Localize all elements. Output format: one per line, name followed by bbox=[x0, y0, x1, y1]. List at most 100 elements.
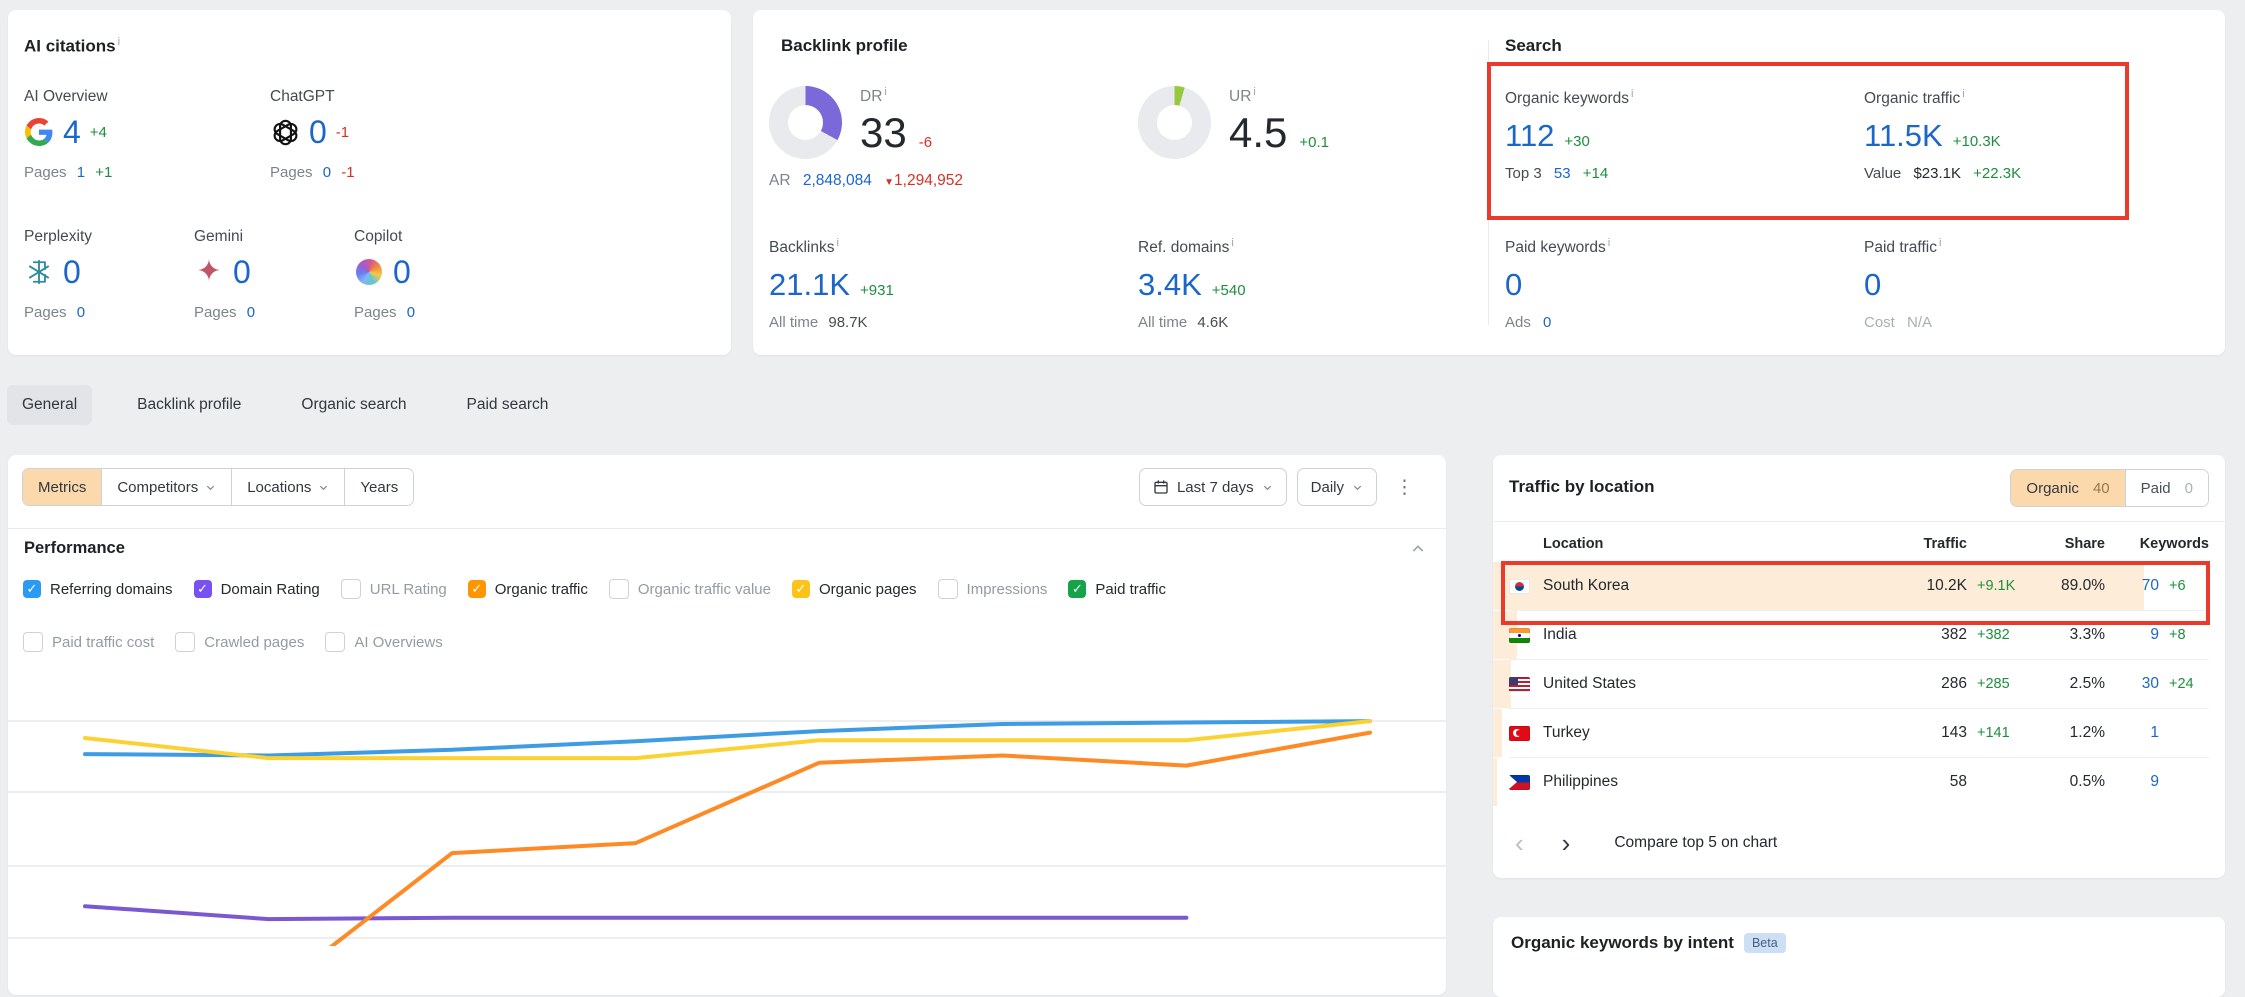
location-row-united-states[interactable]: United States 286 +285 2.5% 30 +24 bbox=[1509, 660, 2209, 709]
chart-line-organic-pages bbox=[85, 721, 1370, 758]
chevron-down-icon bbox=[318, 482, 329, 493]
col-location: Location bbox=[1543, 536, 1879, 552]
flag-icon-kr bbox=[1509, 579, 1530, 594]
info-icon[interactable]: i bbox=[1231, 237, 1233, 249]
location-row-philippines[interactable]: Philippines 58 0.5% 9 bbox=[1509, 758, 2209, 806]
metric-checkbox-organic-traffic[interactable]: Organic traffic bbox=[468, 580, 588, 598]
tab-paid-search[interactable]: Paid search bbox=[452, 385, 564, 425]
tab-organic-search[interactable]: Organic search bbox=[286, 385, 421, 425]
ai-pages-value[interactable]: 0 bbox=[407, 304, 415, 321]
location-pager: ‹ › Compare top 5 on chart bbox=[1509, 823, 1777, 863]
ai-citations-title: AI citationsi bbox=[24, 36, 120, 57]
ai-pages-value[interactable]: 0 bbox=[77, 304, 85, 321]
ai-citations-value[interactable]: 0 bbox=[309, 116, 327, 148]
info-icon[interactable]: i bbox=[1962, 88, 1964, 100]
granularity-button[interactable]: Daily bbox=[1297, 468, 1377, 506]
cost-row: Cost N/A bbox=[1864, 314, 1941, 331]
paid-traffic-value[interactable]: 0 bbox=[1864, 267, 1881, 302]
collapse-chevron-up-icon[interactable] bbox=[1410, 541, 1426, 557]
divider bbox=[1493, 521, 2225, 522]
info-icon[interactable]: i bbox=[1608, 237, 1610, 249]
backlink-search-card: Backlink profile DRi 33 -6 AR 2,848,084 … bbox=[753, 10, 2225, 355]
paid-keywords-value[interactable]: 0 bbox=[1505, 267, 1522, 302]
more-options-kebab-icon[interactable]: ⋮ bbox=[1387, 476, 1422, 499]
backlinks-label: Backlinksi bbox=[769, 237, 894, 257]
metric-checkbox-organic-traffic-value[interactable]: Organic traffic value bbox=[609, 579, 771, 599]
ai-pages-row: Pages 0 bbox=[354, 304, 415, 321]
ai-citations-value[interactable]: 4 bbox=[63, 116, 81, 148]
ai-pages-value[interactable]: 1 bbox=[77, 164, 85, 181]
chevron-down-icon bbox=[1352, 482, 1363, 493]
organic-toggle-button[interactable]: Organic40 bbox=[2011, 470, 2125, 506]
ai-pages-row: Pages 0 bbox=[24, 304, 92, 321]
keywords-value[interactable]: 9 bbox=[2105, 626, 2159, 644]
ai-pages-value[interactable]: 0 bbox=[323, 164, 331, 181]
location-row-south-korea[interactable]: South Korea 10.2K +9.1K 89.0% 70 +6 bbox=[1509, 562, 2209, 611]
pager-prev-icon[interactable]: ‹ bbox=[1509, 830, 1530, 856]
col-keywords: Keywords bbox=[2105, 536, 2209, 552]
flag-icon-tr bbox=[1509, 726, 1530, 741]
backlinks-value[interactable]: 21.1K bbox=[769, 269, 850, 300]
organic-traffic-value[interactable]: 11.5K bbox=[1864, 120, 1943, 151]
dr-label: DRi bbox=[860, 86, 932, 106]
organic-keywords-value[interactable]: 112 bbox=[1505, 120, 1554, 151]
metric-checkbox-referring-domains[interactable]: Referring domains bbox=[23, 580, 173, 598]
ai-citations-value[interactable]: 0 bbox=[393, 256, 411, 288]
top3-value[interactable]: 53 bbox=[1554, 165, 1571, 182]
paid-traffic-label: Paid traffici bbox=[1864, 237, 1941, 257]
paid-keywords-block: Paid keywordsi 0 Ads 0 bbox=[1505, 237, 1610, 331]
location-row-turkey[interactable]: Turkey 143 +141 1.2% 1 bbox=[1509, 709, 2209, 758]
ai-citations-value[interactable]: 0 bbox=[63, 256, 81, 288]
metric-checkbox-crawled-pages[interactable]: Crawled pages bbox=[175, 632, 304, 652]
info-icon[interactable]: i bbox=[1939, 237, 1941, 249]
organic-paid-toggle: Organic40 Paid0 bbox=[2010, 469, 2209, 507]
ahrefs-rank-row: AR 2,848,084 ▼1,294,952 bbox=[769, 172, 963, 190]
keywords-value[interactable]: 9 bbox=[2105, 773, 2159, 791]
keywords-delta: +24 bbox=[2159, 676, 2209, 692]
keywords-value[interactable]: 30 bbox=[2105, 675, 2159, 693]
location-name: Turkey bbox=[1543, 724, 1879, 742]
flag-icon-in bbox=[1509, 628, 1530, 643]
info-icon[interactable]: i bbox=[1253, 86, 1255, 98]
keywords-by-intent-title: Organic keywords by intent Beta bbox=[1511, 933, 1786, 953]
paid-toggle-button[interactable]: Paid0 bbox=[2126, 470, 2208, 506]
chevron-down-icon bbox=[1262, 482, 1273, 493]
metric-checkbox-ai-overviews[interactable]: AI Overviews bbox=[325, 632, 442, 652]
metric-checkbox-impressions[interactable]: Impressions bbox=[938, 579, 1048, 599]
info-icon[interactable]: i bbox=[1631, 88, 1633, 100]
ads-value[interactable]: 0 bbox=[1543, 314, 1551, 331]
ar-value[interactable]: 2,848,084 bbox=[803, 172, 872, 189]
ref-domains-value[interactable]: 3.4K bbox=[1138, 269, 1202, 300]
locations-filter-button[interactable]: Locations bbox=[232, 469, 345, 505]
info-icon[interactable]: i bbox=[884, 86, 886, 98]
ai-block-copilot: Copilot 0 Pages 0 bbox=[354, 228, 415, 321]
metric-checkbox-domain-rating[interactable]: Domain Rating bbox=[194, 580, 320, 598]
traffic-by-location-card: Traffic by location Organic40 Paid0 Loca… bbox=[1493, 455, 2225, 878]
checkbox-icon bbox=[23, 580, 41, 598]
keywords-value[interactable]: 70 bbox=[2105, 577, 2159, 595]
info-icon[interactable]: i bbox=[836, 237, 838, 249]
metric-checkbox-paid-traffic[interactable]: Paid traffic bbox=[1068, 580, 1166, 598]
metric-checkbox-organic-pages[interactable]: Organic pages bbox=[792, 580, 917, 598]
ai-platform-label: ChatGPT bbox=[270, 88, 355, 106]
search-title: Search bbox=[1505, 36, 1562, 56]
ai-pages-value[interactable]: 0 bbox=[247, 304, 255, 321]
metric-checkbox-label: Domain Rating bbox=[221, 581, 320, 598]
section-divider bbox=[1488, 40, 1489, 325]
info-icon[interactable]: i bbox=[118, 36, 120, 48]
traffic-delta: +9.1K bbox=[1967, 578, 2031, 594]
metrics-filter-button[interactable]: Metrics bbox=[23, 469, 102, 505]
traffic-value-row: Value $23.1K +22.3K bbox=[1864, 165, 2021, 182]
compare-top5-button[interactable]: Compare top 5 on chart bbox=[1614, 834, 1777, 852]
location-row-india[interactable]: India 382 +382 3.3% 9 +8 bbox=[1509, 611, 2209, 660]
tab-backlink-profile[interactable]: Backlink profile bbox=[122, 385, 256, 425]
ai-citations-value[interactable]: 0 bbox=[233, 256, 251, 288]
keywords-value[interactable]: 1 bbox=[2105, 724, 2159, 742]
years-filter-button[interactable]: Years bbox=[345, 469, 413, 505]
metric-checkbox-paid-traffic-cost[interactable]: Paid traffic cost bbox=[23, 632, 154, 652]
competitors-filter-button[interactable]: Competitors bbox=[102, 469, 232, 505]
date-range-button[interactable]: Last 7 days bbox=[1139, 468, 1287, 506]
pager-next-icon[interactable]: › bbox=[1556, 830, 1577, 856]
tab-general[interactable]: General bbox=[7, 385, 92, 425]
metric-checkbox-url-rating[interactable]: URL Rating bbox=[341, 579, 447, 599]
